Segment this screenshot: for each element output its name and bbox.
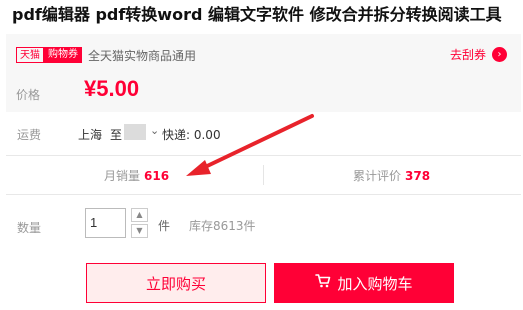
annotation-arrow (186, 114, 314, 176)
